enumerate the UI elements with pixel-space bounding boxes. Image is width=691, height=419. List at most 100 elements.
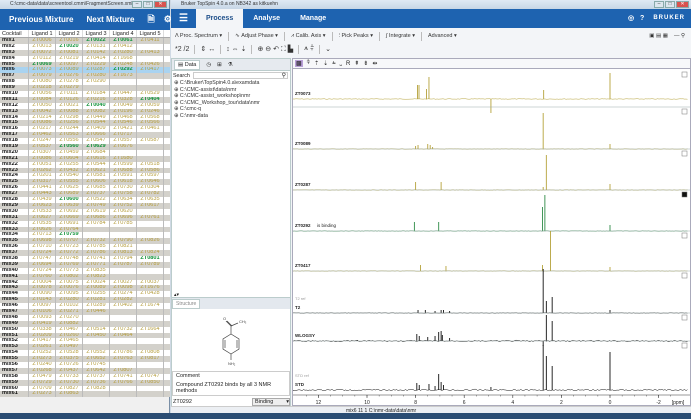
- next-mixture-button[interactable]: Next Mixture: [86, 15, 134, 24]
- cocktail-cell[interactable]: mix61: [0, 391, 29, 397]
- spectrum-viewer[interactable]: ▩ ⫩⇡⇣ ⫨⎵ R⇞⇟⇹ ZT0073ZT0089ZT0287ZT0292is…: [292, 58, 691, 406]
- scale-up-icon[interactable]: ⇞: [354, 60, 359, 67]
- more-icon[interactable]: — ⚲: [674, 33, 685, 39]
- tree-item-label: C:\nmr-data: [180, 113, 208, 119]
- adjust-phase-button[interactable]: ∿ Adjust Phase ▾: [235, 33, 278, 39]
- collapse-icon[interactable]: ⌄: [325, 45, 331, 53]
- binding-select[interactable]: Binding▾: [252, 398, 290, 406]
- ligand-cell[interactable]: ZT0863: [56, 391, 83, 397]
- integrate-button[interactable]: ∫ Integrate ▾: [386, 33, 415, 39]
- right-window-title: Bruker TopSpin 4.0.a on NB342 as kitkueh…: [181, 1, 278, 7]
- multiple-display-icon[interactable]: ▩: [295, 60, 303, 67]
- ligand-cell[interactable]: [110, 391, 137, 397]
- grid-icon[interactable]: ⊞: [217, 62, 222, 68]
- tree-item-label: C:\Bruker\TopSpin4.0.a\examdata: [180, 80, 260, 86]
- overlay-icons[interactable]: ⩚ ⫩: [304, 45, 314, 53]
- tab-data[interactable]: ▤ Data: [174, 60, 200, 70]
- tree-item-label: C:\CMC-assist\data\nmr: [180, 87, 237, 93]
- ligand-cell[interactable]: ZT0273: [29, 391, 56, 397]
- spectrum-toolbar: ▩ ⫩ ⇡ ⇣ ⫨ ⎵ R ⇞ ⇟ ⇹: [293, 59, 690, 69]
- minimize-button[interactable]: –: [132, 1, 142, 8]
- mixture-browser-window: C:\cmc-data\data\screentool.cmm\Fragment…: [0, 0, 170, 419]
- process-toolbar: Λ Proc. Spectrum ▾ ∿ Adjust Phase ▾ ⩘ Ca…: [171, 30, 691, 42]
- trace-checkbox[interactable]: [682, 273, 687, 278]
- table-row[interactable]: mix61ZT0273ZT0863: [0, 391, 170, 397]
- shift-icons[interactable]: ⇕ ↔: [200, 45, 215, 53]
- close-button[interactable]: ✕: [154, 1, 167, 8]
- trace-label: STD: [295, 382, 305, 387]
- mixture-nav-bar: Previous Mixture Next Mixture 🗎 ⚙: [0, 9, 170, 30]
- layout-icon[interactable]: ▣ ▤ ▦: [649, 33, 668, 39]
- proc-spectrum-label: Proc. Spectrum ▾: [180, 33, 222, 39]
- tree-item-label: C:\CMC-assist_workshop\nmr: [180, 93, 250, 99]
- align-icon[interactable]: ⫨: [332, 60, 335, 67]
- settings-icon[interactable]: ◎: [625, 9, 637, 28]
- pick-peaks-button[interactable]: ⫶ Pick Peaks ▾: [339, 33, 373, 40]
- proc-spectrum-button[interactable]: Λ Proc. Spectrum ▾: [175, 33, 222, 39]
- history-icon[interactable]: ◷: [206, 62, 211, 68]
- taskbar: [0, 413, 691, 419]
- down-icon[interactable]: ⇣: [323, 60, 328, 67]
- stack-icon[interactable]: ⫩: [307, 60, 310, 67]
- help-icon[interactable]: ?: [637, 9, 647, 28]
- binding-note: is binding: [317, 223, 337, 228]
- trace-checkbox[interactable]: [682, 233, 687, 238]
- trace-label: ZT0292: [295, 223, 311, 228]
- search-icon: ⚲: [282, 72, 286, 79]
- trace-checkbox[interactable]: [682, 315, 687, 320]
- close-button[interactable]: ✕: [676, 1, 689, 8]
- tree-item-label: C:\CMC_Workshop_tour\data\nmr: [180, 100, 260, 106]
- search-input[interactable]: ⚲: [193, 72, 288, 79]
- hamburger-menu-icon[interactable]: ☰: [171, 9, 196, 28]
- tab-manage[interactable]: Manage: [290, 9, 336, 28]
- topspin-window: Bruker TopSpin 4.0.a on NB342 as kitkueh…: [171, 0, 691, 419]
- trace-checkbox[interactable]: [682, 343, 687, 348]
- flask-icon[interactable]: ⚗: [228, 62, 233, 68]
- comment-box[interactable]: Comment Compound ZT0292 binds by all 3 N…: [172, 371, 290, 396]
- compound-id-field[interactable]: ZT0292: [172, 399, 252, 405]
- comment-text: Compound ZT0292 binds by all 3 NMR metho…: [176, 382, 286, 394]
- ligand-cell[interactable]: [137, 391, 164, 397]
- chevron-down-icon: ▾: [286, 399, 289, 405]
- search-row: Search ⚲: [172, 71, 290, 80]
- minimize-button[interactable]: –: [654, 1, 664, 8]
- spread-icon[interactable]: ⇹: [372, 60, 377, 67]
- tab-process[interactable]: Process: [196, 9, 243, 28]
- trace-checkbox[interactable]: [682, 192, 687, 197]
- maximize-button[interactable]: □: [143, 1, 153, 8]
- zoom-icons[interactable]: ⊕ ⊖ ↶ ⛶ ▙: [257, 45, 293, 54]
- tree-item[interactable]: ⊕ C:\nmr-data: [172, 113, 290, 120]
- reset-icon[interactable]: R: [346, 61, 350, 67]
- data-tree: ⊕ C:\Bruker\TopSpin4.0.a\examdata⊕ C:\CM…: [172, 80, 290, 119]
- column-header[interactable]: Ligand 1: [29, 30, 56, 37]
- scale-down-icon[interactable]: ⇟: [363, 60, 368, 67]
- column-header[interactable]: Ligand 4: [110, 30, 137, 37]
- trace-label: ZT0073: [295, 91, 311, 96]
- column-header[interactable]: Ligand 2: [56, 30, 83, 37]
- expand-icons[interactable]: ↕ ⇔ ⇣: [226, 45, 246, 53]
- trace-checkbox[interactable]: [682, 151, 687, 156]
- molecule-structure: OCH₃NH₂: [172, 309, 290, 372]
- scale-icons[interactable]: *2 /2: [175, 46, 189, 53]
- up-icon[interactable]: ⇡: [314, 60, 319, 67]
- previous-mixture-button[interactable]: Previous Mixture: [9, 15, 73, 24]
- ligand-cell[interactable]: [83, 391, 110, 397]
- document-icon[interactable]: 🗎: [147, 12, 154, 28]
- trace-label: ZT0287: [295, 182, 311, 187]
- trace-label: T2: [295, 305, 301, 310]
- column-header[interactable]: Cocktail: [0, 30, 29, 37]
- data-tab-label: Data: [185, 62, 197, 68]
- calib-axis-label: Calib. Axis ▾: [296, 33, 326, 39]
- column-header[interactable]: Ligand 3: [83, 30, 110, 37]
- column-header[interactable]: Ligand 5: [137, 30, 164, 37]
- trace-checkbox[interactable]: [682, 72, 687, 77]
- tab-analyse[interactable]: Analyse: [243, 9, 290, 28]
- calib-axis-button[interactable]: ⩘ Calib. Axis ▾: [291, 33, 326, 40]
- maximize-button[interactable]: □: [665, 1, 675, 8]
- baseline-icon[interactable]: ⎵: [340, 60, 342, 67]
- advanced-button[interactable]: Advanced ▾: [428, 33, 457, 39]
- trace-checkbox[interactable]: [682, 109, 687, 114]
- tab-structure[interactable]: Structure: [172, 299, 200, 309]
- reference-label: T2 ref: [295, 296, 306, 301]
- svg-text:NH₂: NH₂: [228, 361, 236, 366]
